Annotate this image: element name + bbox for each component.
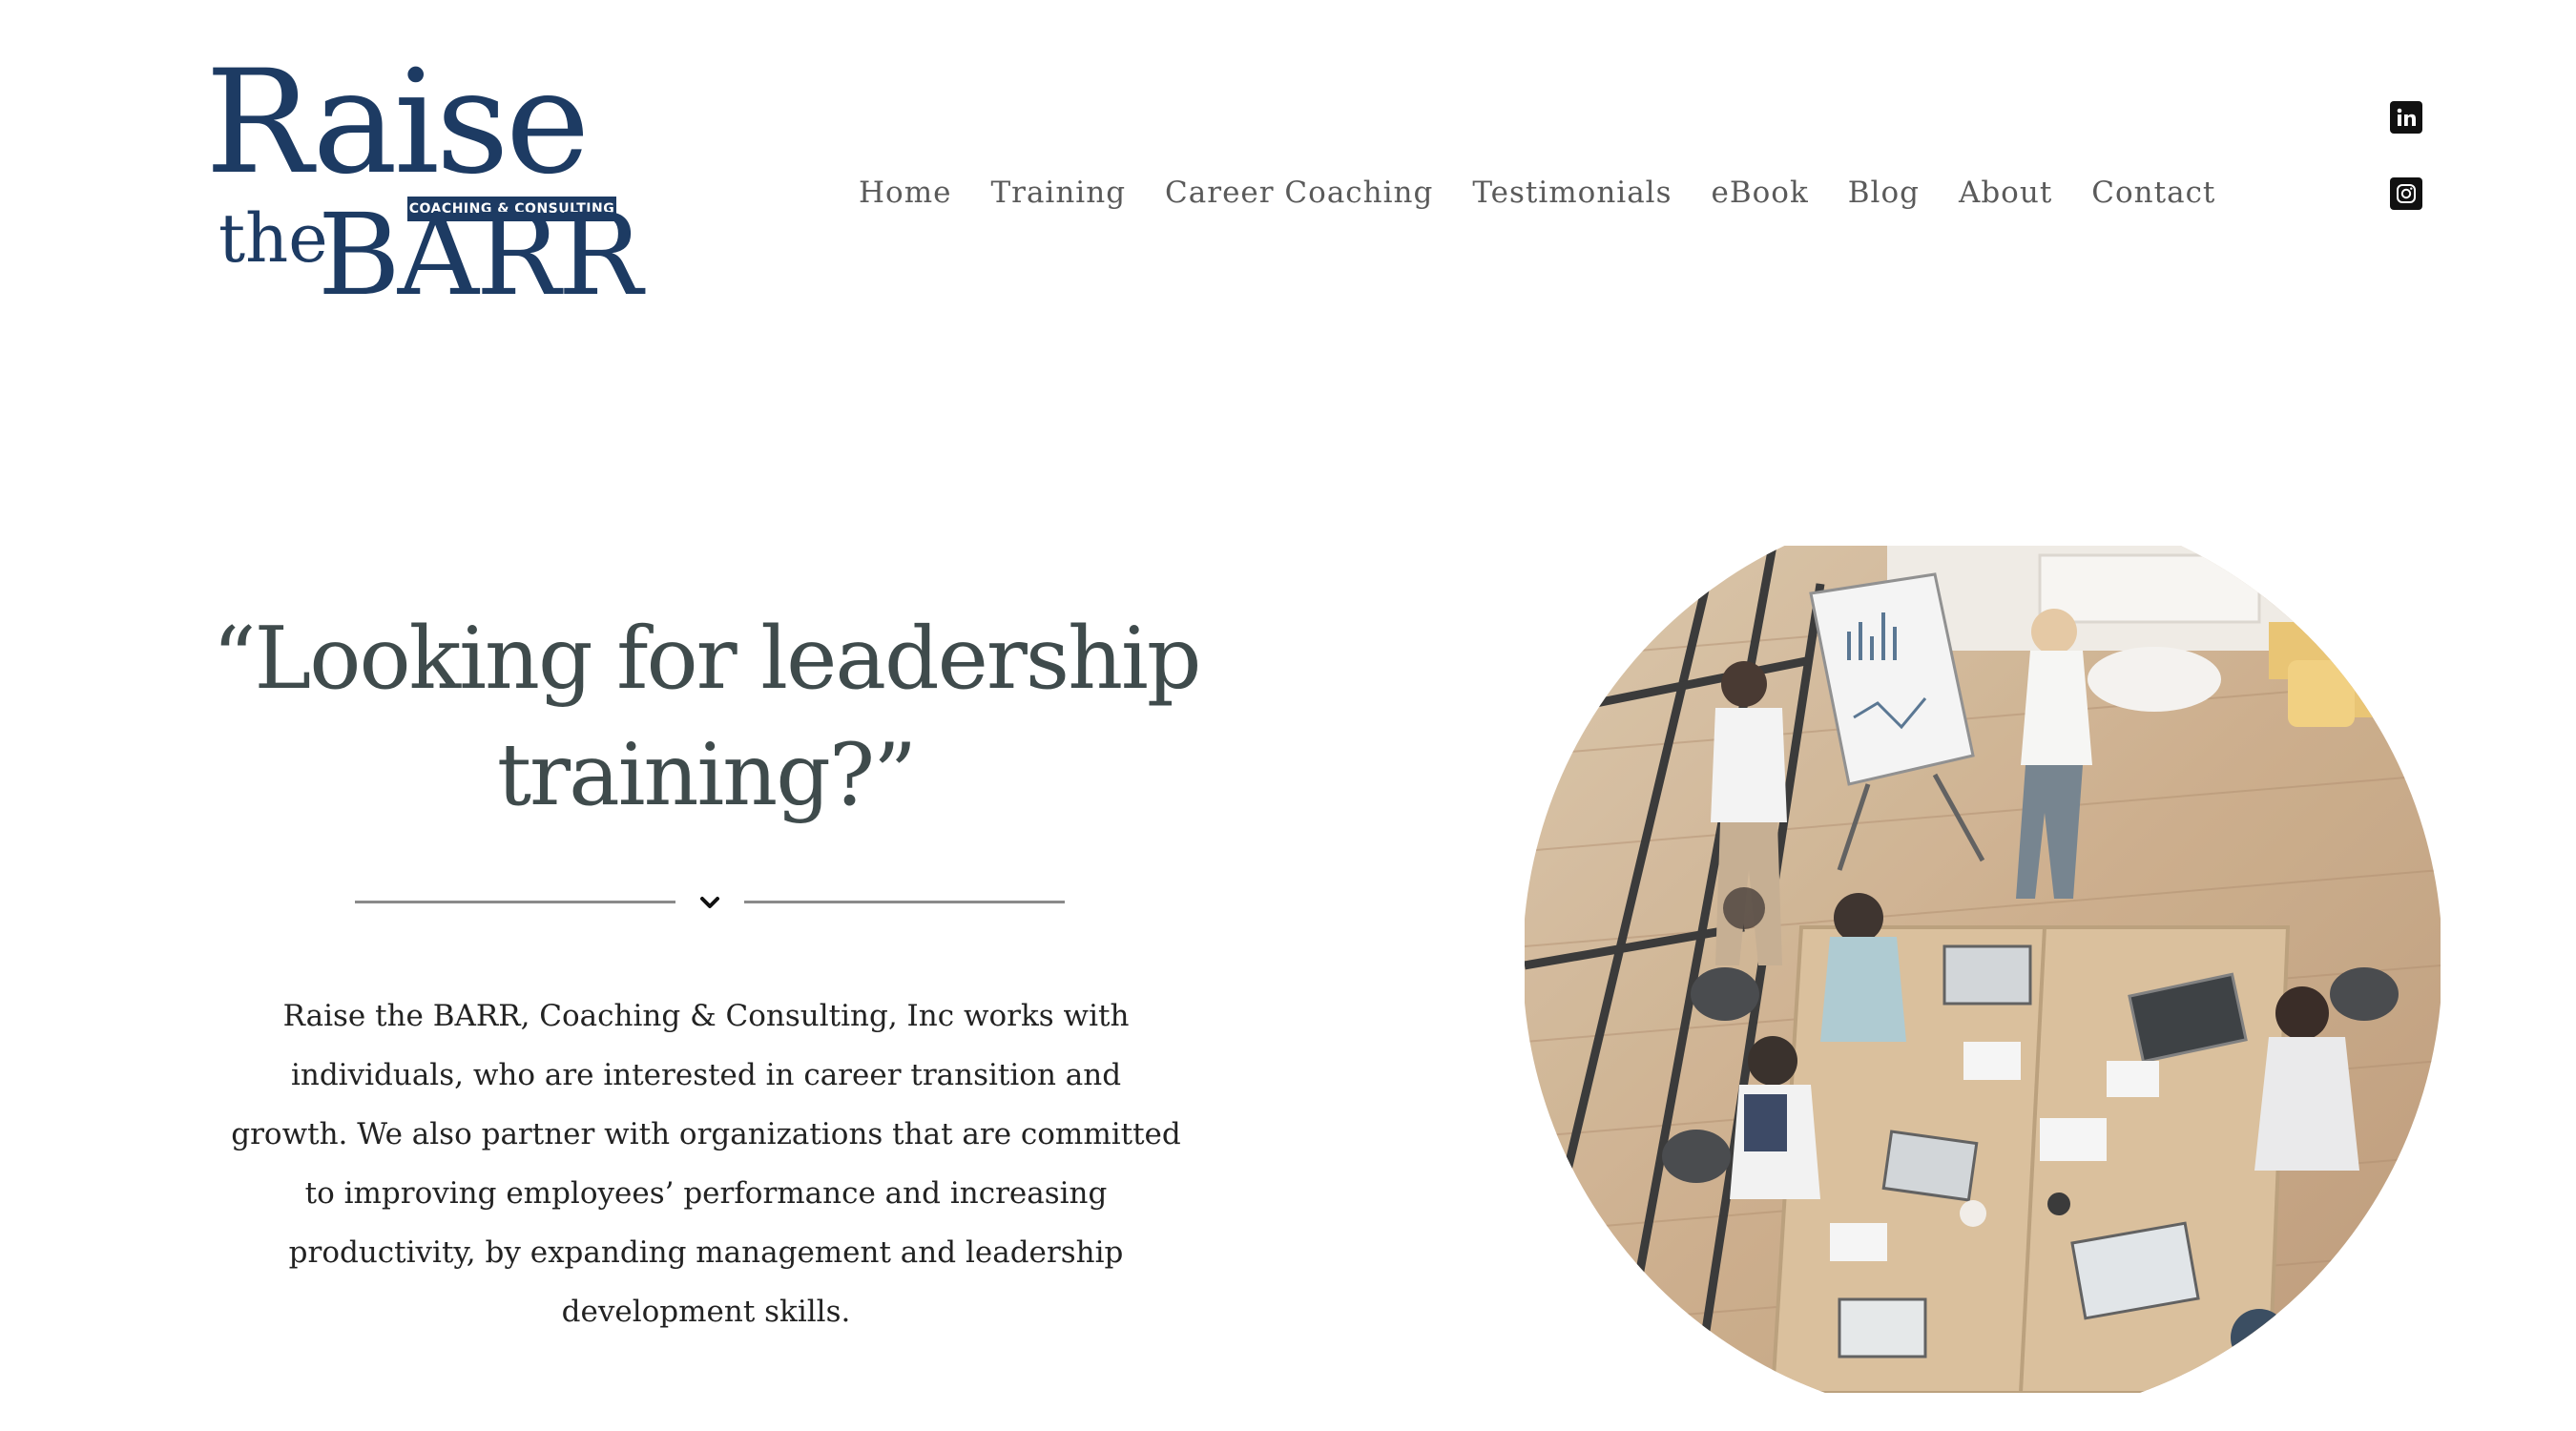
linkedin-icon[interactable]: [2390, 101, 2422, 134]
nav-blog[interactable]: Blog: [1848, 176, 1920, 210]
chevron-down-icon: [700, 897, 719, 908]
instagram-icon[interactable]: [2390, 177, 2422, 210]
hero-headline-line1: “Looking for leadership: [212, 609, 1202, 709]
site-logo[interactable]: Raise COACHING & CONSULTING the BARR: [205, 52, 644, 321]
nav-ebook[interactable]: eBook: [1712, 176, 1809, 210]
nav-home[interactable]: Home: [859, 176, 951, 210]
logo-word-raise: Raise: [205, 40, 591, 206]
nav-contact[interactable]: Contact: [2091, 176, 2215, 210]
main-navigation: Home Training Career Coaching Testimonia…: [859, 168, 2215, 218]
nav-testimonials[interactable]: Testimonials: [1472, 176, 1672, 210]
divider-line-left: [355, 901, 675, 903]
logo-word-barr: BARR: [318, 189, 643, 321]
section-divider: [355, 887, 1065, 916]
nav-training[interactable]: Training: [990, 176, 1126, 210]
nav-about[interactable]: About: [1959, 176, 2052, 210]
logo-word-the: the: [218, 199, 328, 278]
team-meeting-photo: [1525, 546, 2441, 1393]
nav-career-coaching[interactable]: Career Coaching: [1165, 176, 1433, 210]
hero-intro-text: Raise the BARR, Coaching & Consulting, I…: [231, 999, 1181, 1329]
hero-headline-line2: training?”: [496, 725, 917, 825]
hero-headline: “Looking for leadership training?”: [191, 601, 1221, 834]
divider-line-right: [744, 901, 1065, 903]
